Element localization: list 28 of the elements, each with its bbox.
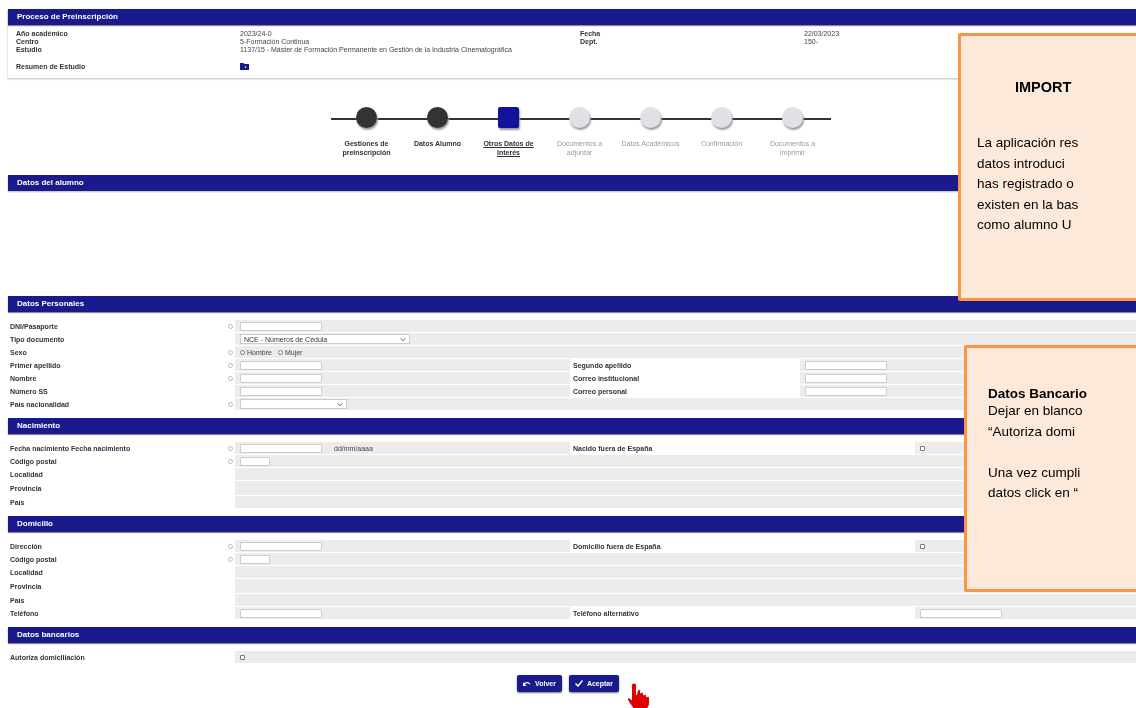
checkbox[interactable]	[240, 654, 245, 660]
section-header: Datos bancarios	[8, 627, 1136, 643]
folder-icon[interactable]	[240, 62, 249, 70]
text-field[interactable]	[805, 373, 887, 383]
postal-code-field[interactable]	[240, 456, 270, 466]
text-field[interactable]	[240, 360, 322, 370]
dropdown[interactable]	[240, 399, 347, 409]
caret-icon	[337, 401, 343, 407]
text-field[interactable]	[920, 608, 1002, 618]
undo-arrow-icon	[523, 680, 531, 687]
text-field[interactable]	[240, 386, 322, 396]
date-field[interactable]	[240, 443, 322, 453]
text-field[interactable]	[805, 386, 887, 396]
check-icon	[574, 680, 583, 687]
text-field[interactable]	[240, 373, 322, 383]
callout-title: Datos Bancario	[988, 386, 1089, 401]
caret-icon	[400, 336, 406, 342]
callout-text: Una vez cumpli datos click en “	[988, 463, 1082, 502]
checkbox[interactable]	[920, 445, 925, 451]
text-field[interactable]	[240, 541, 322, 551]
text-field[interactable]	[240, 321, 322, 331]
page-title: Proceso de Preinscripción	[8, 9, 1136, 25]
checkbox[interactable]	[920, 543, 925, 549]
section-header: Datos Personales	[8, 296, 1136, 312]
callout-title: IMPORT	[1015, 79, 1073, 95]
text-field[interactable]	[805, 360, 887, 370]
text-field[interactable]	[240, 608, 322, 618]
postal-code-field[interactable]	[240, 554, 270, 564]
